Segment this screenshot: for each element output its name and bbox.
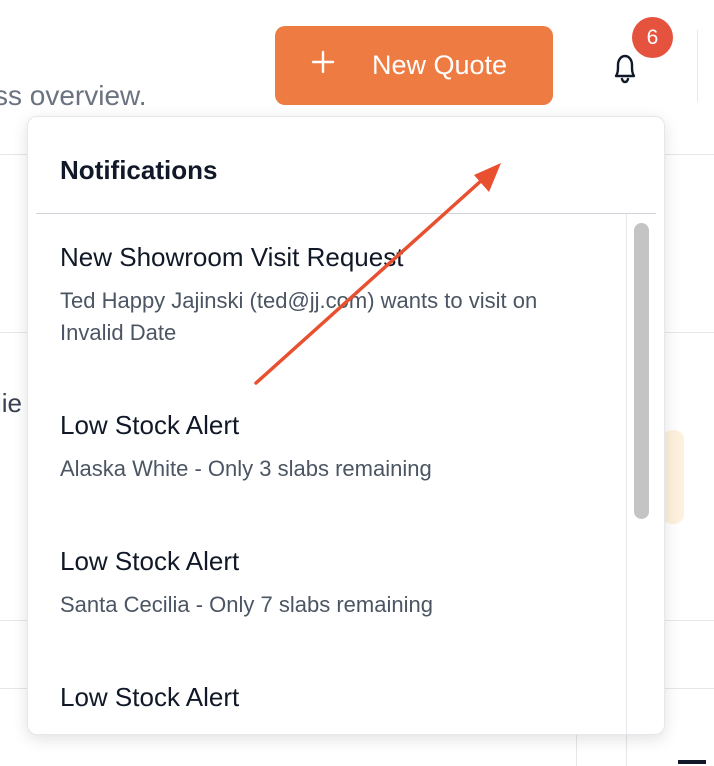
divider [626, 733, 627, 766]
notification-title: New Showroom Visit Request [60, 242, 404, 272]
background-mark [678, 760, 706, 764]
notification-item[interactable]: New Showroom Visit Request Ted Happy Jaj… [60, 242, 600, 349]
scrollbar-thumb[interactable] [634, 223, 649, 519]
background-card [662, 430, 684, 524]
notification-title: Low Stock Alert [60, 546, 240, 576]
notification-title: Low Stock Alert [60, 410, 240, 440]
notifications-list: New Showroom Visit Request Ted Happy Jaj… [36, 214, 656, 734]
notification-message: Ted Happy Jajinski (ted@jj.com) wants to… [60, 288, 538, 345]
background-text: s [0, 500, 1, 531]
divider [697, 30, 698, 102]
notification-item[interactable]: Low Stock Alert Santa Cecilia - Only 7 s… [60, 546, 600, 621]
plus-icon [311, 50, 335, 74]
new-quote-label: New Quote [372, 50, 508, 80]
notifications-title: Notifications [60, 155, 218, 185]
background-text: lie [0, 388, 23, 418]
notification-message: Santa Cecilia - Only 7 slabs remaining [60, 592, 433, 617]
notification-title: Low Stock Alert [60, 682, 240, 712]
page-subtitle: ss overview. [0, 80, 147, 111]
notifications-dropdown: Notifications New Showroom Visit Request… [27, 116, 665, 735]
new-quote-button[interactable]: New Quote [275, 26, 553, 105]
notification-item[interactable]: Low Stock Alert Alaska White - Only 3 sl… [60, 410, 600, 485]
notification-item[interactable]: Low Stock Alert [60, 682, 600, 725]
notification-count-badge: 6 [632, 17, 673, 58]
notification-message: Alaska White - Only 3 slabs remaining [60, 456, 432, 481]
divider [576, 733, 577, 766]
